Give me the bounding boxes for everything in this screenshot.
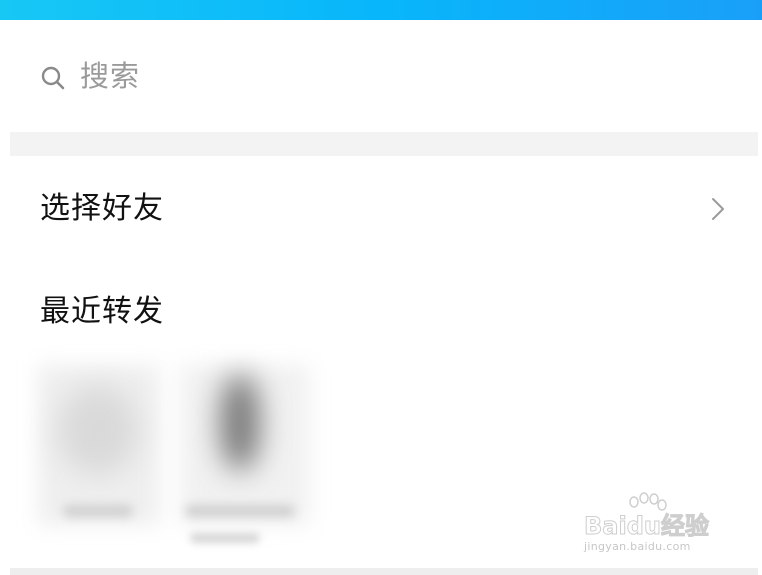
contact-subtitle-blurred — [190, 533, 260, 543]
section-divider — [10, 132, 758, 156]
select-friends-label: 选择好友 — [40, 191, 164, 226]
contact-name-blurred — [185, 505, 295, 517]
recent-contact[interactable] — [38, 365, 160, 550]
watermark-url: jingyan.baidu.com — [584, 540, 691, 553]
contact-name-blurred — [63, 505, 133, 517]
avatar — [220, 375, 260, 470]
watermark-brand: Baidu经验 — [584, 512, 710, 541]
search-bar[interactable]: 搜索 — [0, 20, 762, 132]
top-gradient-bar — [0, 0, 762, 20]
chevron-right-icon — [712, 198, 724, 220]
search-icon — [41, 66, 65, 90]
recent-forwards-title: 最近转发 — [40, 294, 164, 329]
avatar — [58, 385, 138, 475]
search-placeholder: 搜索 — [80, 59, 141, 93]
recent-contact[interactable] — [175, 365, 315, 550]
baidu-jingyan-watermark: Baidu经验 jingyan.baidu.com — [584, 492, 734, 558]
bottom-divider — [10, 568, 758, 575]
select-friends-row[interactable]: 选择好友 — [0, 156, 762, 261]
